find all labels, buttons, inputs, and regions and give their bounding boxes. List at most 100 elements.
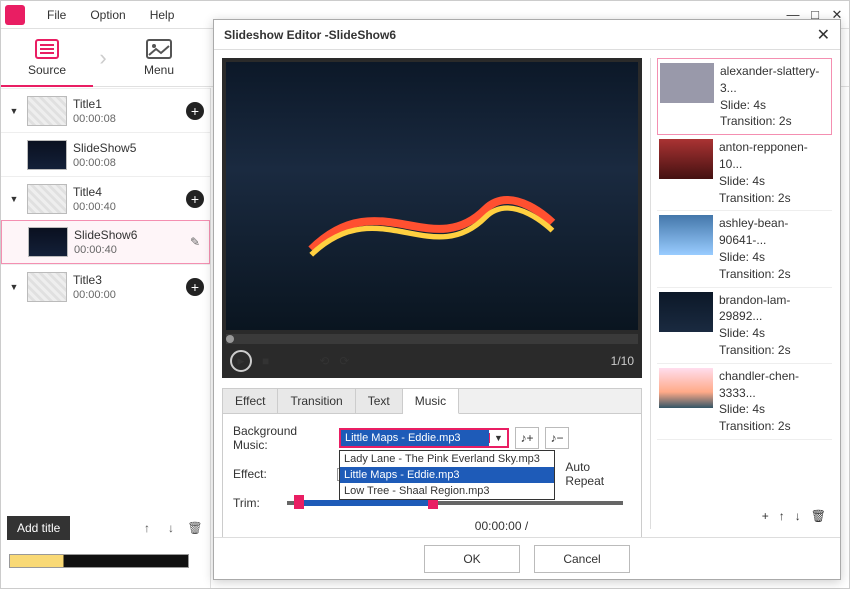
dropdown-option-selected[interactable]: Little Maps - Eddie.mp3 [340,467,554,483]
trim-range [294,500,428,506]
sidebar-item[interactable]: ▼ Title1 00:00:08 + [1,88,210,132]
tab-music[interactable]: Music [403,389,459,414]
item-time: 00:00:08 [73,113,186,125]
preview-column: ▶ ■ ⟲ ⟳ 1/10 Effect Transition Text Musi… [222,58,642,529]
dropdown-option[interactable]: Low Tree - Shaal Region.mp3 [340,483,554,499]
add-slide-icon[interactable]: + [762,509,769,523]
modal-footer: OK Cancel [214,537,840,579]
slide-transition: Transition: 2s [719,418,830,435]
item-time: 00:00:40 [73,201,186,213]
slide-item-selected[interactable]: alexander-slattery-3... Slide: 4s Transi… [657,58,832,135]
modal-body: ▶ ■ ⟲ ⟳ 1/10 Effect Transition Text Musi… [214,50,840,537]
slide-info: brandon-lam-29892... Slide: 4s Transitio… [719,292,830,359]
tab-source[interactable]: Source [1,29,93,87]
item-info: Title4 00:00:40 [73,185,186,213]
tab-menu-label: Menu [144,63,174,77]
ok-button[interactable]: OK [424,545,520,573]
menu-help[interactable]: Help [138,8,187,22]
rotate-right-icon[interactable]: ⟳ [339,354,349,368]
item-title: SlideShow6 [74,228,187,242]
expand-icon[interactable]: ▼ [7,194,21,204]
sidebar-item[interactable]: ▼ Title4 00:00:40 + [1,176,210,220]
trash-icon[interactable]: 🗑 [811,509,826,523]
tab-text[interactable]: Text [356,389,403,413]
rotate-left-icon[interactable]: ⟲ [319,354,329,368]
expand-icon[interactable]: ▼ [7,282,21,292]
slide-transition: Transition: 2s [719,342,830,359]
item-info: Title3 00:00:00 [73,273,186,301]
slide-item[interactable]: brandon-lam-29892... Slide: 4s Transitio… [657,288,832,364]
menu-option[interactable]: Option [78,8,137,22]
item-title: SlideShow5 [73,141,204,155]
item-time: 00:00:08 [73,157,204,169]
tab-transition[interactable]: Transition [278,389,355,413]
trim-slider[interactable] [287,501,623,505]
remove-music-icon[interactable]: ♪− [545,427,569,449]
slide-item[interactable]: ashley-bean-90641-... Slide: 4s Transiti… [657,211,832,287]
add-button[interactable]: + [186,278,204,296]
dropdown-option[interactable]: Lady Lane - The Pink Everland Sky.mp3 [340,451,554,467]
timeline-strip[interactable] [9,554,189,568]
settings-panel: Effect Transition Text Music Background … [222,388,642,537]
item-info: Title1 00:00:08 [73,97,186,125]
item-title: Title3 [73,273,186,287]
slide-item[interactable]: anton-repponen-10... Slide: 4s Transitio… [657,135,832,211]
slide-info: alexander-slattery-3... Slide: 4s Transi… [720,63,829,130]
menu-file[interactable]: File [35,8,78,22]
tab-effect[interactable]: Effect [223,389,278,413]
play-icon[interactable]: ▶ [230,350,252,372]
slide-info: chandler-chen-3333... Slide: 4s Transiti… [719,368,830,435]
stop-icon[interactable]: ■ [262,354,269,368]
sidebar-footer: Add title ↑ ↓ 🗑 [1,510,210,546]
source-icon [34,39,60,59]
slide-name: brandon-lam-29892... [719,292,830,326]
thumbnail [27,272,67,302]
slideshow-editor-modal: Slideshow Editor - SlideShow6 ✕ ▶ ■ ⟲ ⟳ [213,19,841,580]
scrub-bar[interactable] [226,334,638,344]
slide-duration: Slide: 4s [719,173,830,190]
slide-transition: Transition: 2s [719,266,830,283]
slide-item[interactable]: chandler-chen-3333... Slide: 4s Transiti… [657,364,832,440]
sidebar: ▼ Title1 00:00:08 + SlideShow5 00:00:08 … [1,88,211,588]
item-title: Title1 [73,97,186,111]
item-time: 00:00:00 [73,289,186,301]
arrow-down-icon[interactable]: ↓ [795,509,801,523]
slide-thumbnail [659,368,713,408]
preview-box: ▶ ■ ⟲ ⟳ 1/10 [222,58,642,378]
cancel-button[interactable]: Cancel [534,545,630,573]
trim-label: Trim: [233,496,273,510]
chevron-down-icon[interactable]: ▼ [489,433,507,443]
add-button[interactable]: + [186,102,204,120]
sidebar-item-selected[interactable]: SlideShow6 00:00:40 ✎ [1,220,210,264]
slide-duration: Slide: 4s [719,249,830,266]
slides-column: alexander-slattery-3... Slide: 4s Transi… [650,58,832,529]
music-tab-content: Background Music: Little Maps - Eddie.mp… [223,414,641,537]
arrow-up-icon[interactable]: ↑ [138,519,156,537]
edit-icon[interactable]: ✎ [187,234,203,250]
slide-transition: Transition: 2s [719,190,830,207]
tab-menu[interactable]: Menu [113,29,205,87]
slide-thumbnail [659,139,713,179]
bg-music-label: Background Music: [233,424,333,452]
slide-name: alexander-slattery-3... [720,63,829,97]
trim-handle-start[interactable] [294,495,304,509]
sidebar-item[interactable]: ▼ Title3 00:00:00 + [1,264,210,308]
bg-music-combo[interactable]: Little Maps - Eddie.mp3 ▼ Lady Lane - Th… [339,428,509,448]
add-title-button[interactable]: Add title [7,516,70,540]
sidebar-item[interactable]: SlideShow5 00:00:08 [1,132,210,176]
trash-icon[interactable]: 🗑 [186,519,204,537]
add-button[interactable]: + [186,190,204,208]
expand-icon[interactable]: ▼ [7,106,21,116]
arrow-up-icon[interactable]: ↑ [779,509,785,523]
arrow-down-icon[interactable]: ↓ [162,519,180,537]
slide-info: anton-repponen-10... Slide: 4s Transitio… [719,139,830,206]
slides-list[interactable]: alexander-slattery-3... Slide: 4s Transi… [657,58,832,503]
close-icon[interactable]: ✕ [817,25,830,45]
add-music-icon[interactable]: ♪+ [515,427,539,449]
slide-duration: Slide: 4s [720,97,829,114]
modal-title-name: SlideShow6 [329,28,396,42]
auto-repeat-label: Auto Repeat [565,460,631,488]
chevron-right-icon: › [93,29,113,87]
playback-row: ▶ ■ 🔉 00:00:00 / 00:01:33 Trim Length: 0… [233,518,631,537]
thumbnail [27,140,67,170]
